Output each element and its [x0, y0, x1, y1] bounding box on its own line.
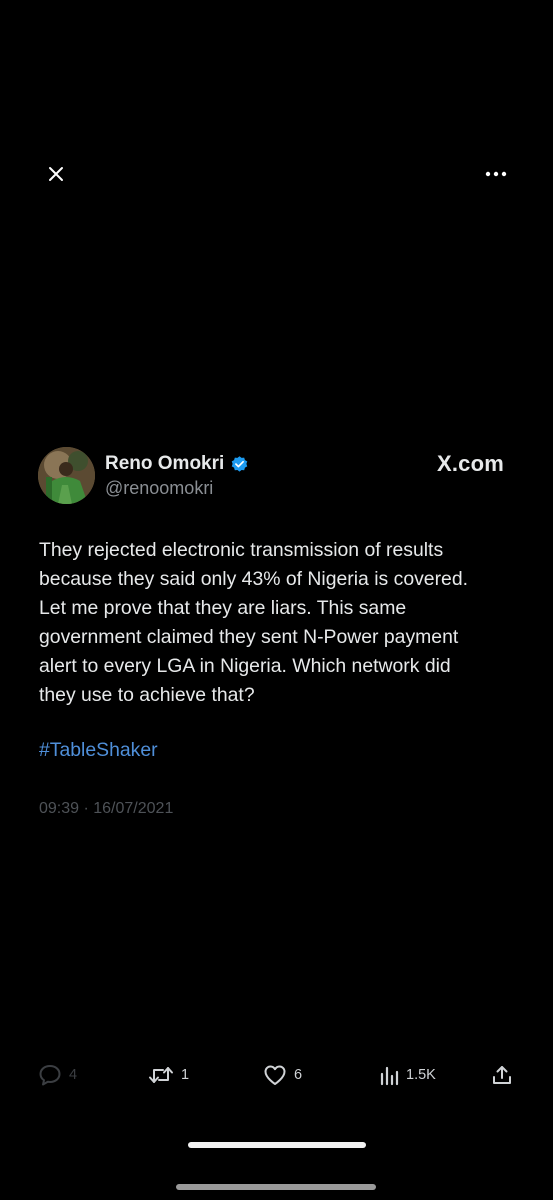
tweet-text-line: They rejected electronic transmission of… — [39, 539, 444, 561]
retweet-count: 1 — [181, 1067, 190, 1083]
more-options-button[interactable] — [480, 158, 512, 190]
heart-icon — [264, 1065, 286, 1085]
like-count: 6 — [294, 1067, 303, 1083]
tweet-text-line: they use to achieve that? — [39, 684, 255, 706]
avatar-image — [38, 447, 95, 504]
hashtag-link[interactable]: #TableShaker — [39, 739, 158, 762]
share-icon — [493, 1066, 511, 1084]
retweet-icon — [149, 1067, 173, 1083]
author-name[interactable]: Reno Omokri — [105, 453, 224, 475]
reply-button[interactable]: 4 — [38, 1060, 77, 1090]
tweet-text-line: government claimed they sent N-Power pay… — [39, 626, 459, 648]
close-button[interactable] — [40, 158, 72, 190]
views-chart-icon — [380, 1066, 399, 1086]
action-bar: 4 1 6 1.5K — [0, 1060, 553, 1090]
verified-badge-icon — [232, 455, 248, 472]
reply-icon — [39, 1065, 61, 1086]
tweet-header: Reno Omokri @renoomokri X.com — [38, 447, 516, 505]
tweet-text-line: alert to every LGA in Nigeria. Which net… — [39, 655, 451, 677]
tweet-text-line: Let me prove that they are liars. This s… — [39, 597, 407, 619]
tweet-text-line: because they said only 43% of Nigeria is… — [39, 568, 468, 590]
tweet-text: They rejected electronic transmission of… — [39, 536, 519, 710]
like-button[interactable]: 6 — [263, 1060, 302, 1090]
timestamp: 09:39 · 16/07/2021 — [39, 800, 174, 817]
author-name-row: Reno Omokri — [105, 453, 249, 475]
home-indicator[interactable] — [188, 1142, 366, 1148]
close-icon — [49, 167, 63, 181]
retweet-button[interactable]: 1 — [148, 1060, 189, 1090]
share-button[interactable] — [491, 1060, 513, 1090]
views-button[interactable]: 1.5K — [379, 1060, 436, 1090]
site-logo: X.com — [436, 451, 504, 476]
reply-count: 4 — [69, 1067, 78, 1083]
home-indicator-secondary[interactable] — [176, 1184, 376, 1190]
author-handle[interactable]: @renoomokri — [105, 478, 213, 499]
more-horizontal-icon — [485, 171, 507, 177]
views-count: 1.5K — [406, 1067, 436, 1083]
avatar[interactable] — [38, 447, 95, 504]
